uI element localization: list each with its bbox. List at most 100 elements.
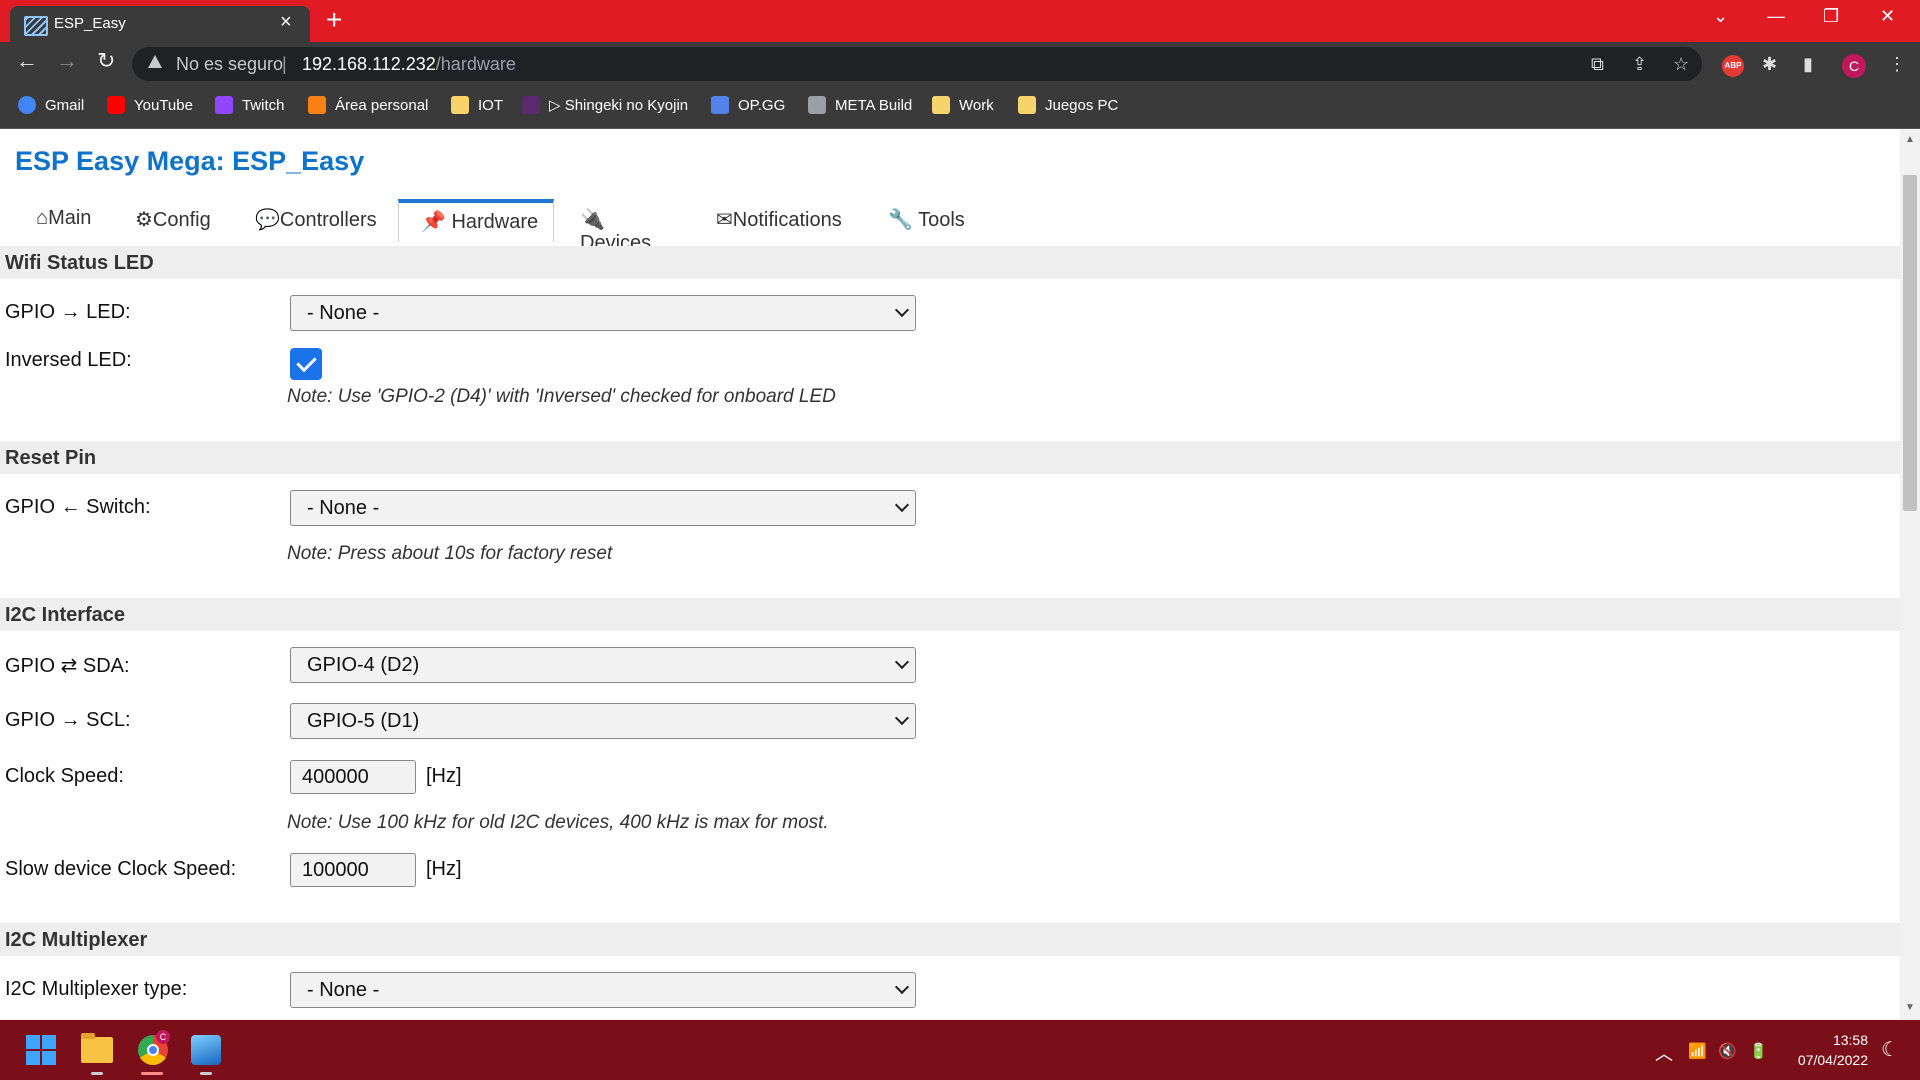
youtube-icon (107, 96, 125, 114)
minimize-button[interactable]: — (1767, 6, 1785, 27)
section-title: Wifi Status LED (5, 252, 154, 274)
tab-tools[interactable]: 🔧 Tools (888, 199, 988, 239)
translate-icon[interactable]: ⧉ (1591, 54, 1604, 75)
twitch-icon (215, 96, 233, 114)
close-window-button[interactable]: ✕ (1880, 6, 1895, 27)
bookmark-label: ▷ Shingeki no Kyojin (549, 97, 689, 114)
windows-start-icon[interactable] (26, 1035, 56, 1065)
browser-tab[interactable]: ESP_Easy × (10, 6, 310, 42)
tab-hardware[interactable]: 📌 Hardware (398, 199, 554, 241)
clock-date: 07/04/2022 (1797, 1052, 1868, 1068)
section-title: Reset Pin (5, 447, 97, 469)
tab-controllers-label: 💬Controllers (255, 209, 377, 231)
photos-icon[interactable] (191, 1035, 221, 1065)
wifi-led-note: Note: Use 'GPIO-2 (D4)' with 'Inversed' … (287, 386, 836, 407)
adblock-icon[interactable]: ABP (1722, 55, 1744, 77)
address-bar[interactable]: No es seguro | 192.168.112.232/hardware (132, 47, 1702, 81)
new-tab-button[interactable]: + (326, 4, 342, 36)
bookmark-juegos-pc[interactable]: Juegos PC (1018, 96, 1118, 114)
gpio-scl-label: GPIO → SCL: (5, 709, 131, 731)
scroll-down-icon[interactable]: ▼ (1905, 1002, 1915, 1013)
select-value: - None - (307, 302, 380, 324)
gpio-sda-select[interactable]: GPIO-4 (D2) (290, 647, 916, 683)
section-title: I2C Multiplexer (5, 929, 148, 951)
select-value: GPIO-5 (D1) (307, 710, 420, 732)
profile-avatar[interactable]: C (1842, 54, 1866, 78)
tab-tools-label: 🔧 Tools (888, 209, 965, 231)
bookmark-label: IOT (478, 96, 503, 114)
bookmark-gmail[interactable]: Gmail (18, 96, 84, 114)
star-icon[interactable]: ☆ (1673, 54, 1689, 75)
security-label[interactable]: No es seguro (176, 54, 283, 75)
bookmark-iot[interactable]: IOT (451, 96, 503, 114)
tab-notifications[interactable]: ✉Notifications (716, 199, 856, 239)
battery-icon[interactable]: 🔋 (1749, 1042, 1768, 1060)
chevron-down-icon (894, 710, 910, 726)
url-text[interactable]: 192.168.112.232/hardware (302, 54, 516, 75)
bookmark-área-personal[interactable]: Área personal (308, 96, 428, 114)
tab-config[interactable]: ⚙Config (135, 199, 235, 239)
bookmark-youtube[interactable]: YouTube (107, 96, 193, 114)
volume-muted-icon[interactable]: 🔇 (1718, 1042, 1737, 1060)
bookmark-shingeki-no-kyojin[interactable]: ▷ Shingeki no Kyojin (522, 96, 688, 114)
bookmark-meta-build[interactable]: META Build (808, 96, 912, 114)
share-icon[interactable]: ⇪ (1632, 54, 1647, 75)
reload-button[interactable]: ↻ (97, 48, 115, 74)
bookmark-label: Juegos PC (1045, 96, 1119, 114)
clock-speed-label: Clock Speed: (5, 765, 124, 787)
scrollbar-thumb[interactable] (1903, 175, 1917, 511)
gpio-scl-select[interactable]: GPIO-5 (D1) (290, 703, 916, 739)
reset-pin-note: Note: Press about 10s for factory reset (287, 543, 613, 564)
active-indicator (141, 1072, 163, 1075)
gpio-switch-label: GPIO ← Switch: (5, 496, 151, 518)
forward-button[interactable]: → (56, 48, 78, 74)
chevron-down-icon (894, 654, 910, 670)
bookmark-label: Gmail (45, 96, 85, 114)
mux-type-select[interactable]: - None - (290, 972, 916, 1008)
tab-favicon-icon (24, 16, 48, 36)
tab-close-icon[interactable]: × (280, 11, 292, 34)
url-separator: | (282, 54, 287, 74)
chevron-down-icon (894, 302, 910, 318)
section-title: I2C Interface (5, 604, 126, 626)
scroll-up-icon[interactable]: ▲ (1905, 134, 1915, 145)
slow-clock-speed-label: Slow device Clock Speed: (5, 858, 237, 880)
tab-controllers[interactable]: 💬Controllers (255, 199, 385, 239)
wifi-icon[interactable]: 📶 (1688, 1042, 1707, 1060)
warning-icon[interactable] (148, 55, 162, 68)
tab-main[interactable]: ⌂Main (36, 199, 116, 239)
inversed-led-checkbox[interactable] (290, 348, 322, 380)
url-path: /hardware (435, 54, 516, 74)
input-value: 400000 (302, 766, 369, 788)
url-host: 192.168.112.232 (302, 54, 436, 74)
gpio-led-select[interactable]: - None - (290, 295, 916, 331)
section-header-i2c-mux: I2C Multiplexer (0, 923, 1900, 956)
section-header-wifi-led: Wifi Status LED (0, 246, 1900, 279)
moon-icon[interactable]: ☾ (1881, 1037, 1899, 1062)
section-header-i2c: I2C Interface (0, 598, 1900, 631)
slow-clock-speed-input[interactable]: 100000 (290, 853, 416, 887)
bookmark-label: Twitch (242, 96, 285, 114)
sidepanel-icon[interactable]: ▮ (1803, 54, 1813, 75)
restore-button[interactable]: ❐ (1823, 6, 1839, 27)
anime-icon (522, 96, 540, 114)
extensions-icon[interactable]: ✱ (1762, 54, 1777, 75)
tab-main-label: ⌂Main (36, 207, 92, 229)
tab-devices[interactable]: 🔌 Devices (580, 199, 680, 254)
gpio-led-label: GPIO → LED: (5, 301, 131, 323)
menu-icon[interactable]: ⋮ (1888, 54, 1906, 75)
gpio-switch-select[interactable]: - None - (290, 490, 916, 526)
bookmark-op-gg[interactable]: OP.GG (711, 96, 785, 114)
input-value: 100000 (302, 859, 369, 881)
bookmark-work[interactable]: Work (932, 96, 994, 114)
file-explorer-icon[interactable] (81, 1033, 113, 1063)
metabuild-icon (808, 96, 826, 114)
bookmark-twitch[interactable]: Twitch (215, 96, 285, 114)
clock-speed-input[interactable]: 400000 (290, 760, 416, 794)
back-button[interactable]: ← (16, 48, 38, 74)
chevron-up-icon[interactable]: ︿ (1655, 1040, 1673, 1066)
vertical-scrollbar[interactable]: ▲ ▼ (1900, 129, 1920, 1020)
tab-search-icon[interactable]: ⌄ (1713, 6, 1728, 27)
i2c-note: Note: Use 100 kHz for old I2C devices, 4… (287, 812, 829, 833)
clock[interactable]: 13:58 07/04/2022 (1780, 1030, 1868, 1070)
